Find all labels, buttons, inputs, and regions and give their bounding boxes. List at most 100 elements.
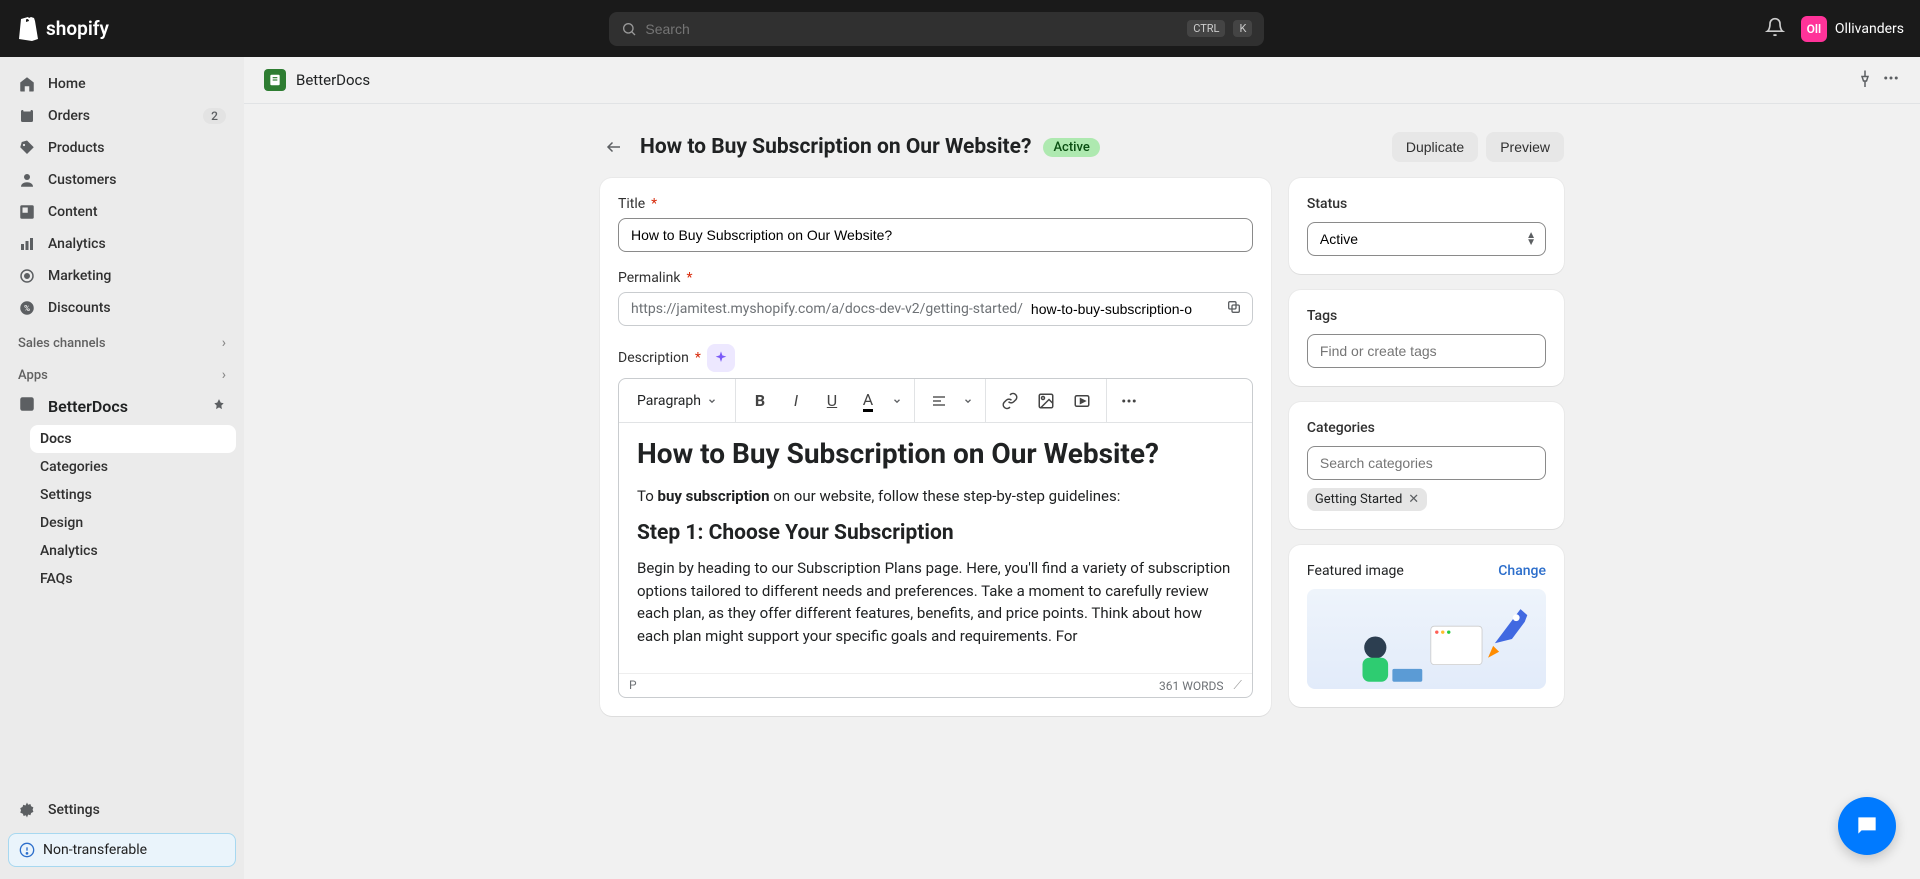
topbar-right: Oll Ollivanders <box>1765 16 1904 42</box>
select-arrows-icon: ▲▼ <box>1526 232 1536 246</box>
nav-section-apps[interactable]: Apps› <box>8 357 236 387</box>
home-icon <box>18 75 36 93</box>
bold-button[interactable]: B <box>744 385 776 417</box>
target-icon <box>18 267 36 285</box>
video-icon <box>1073 392 1091 410</box>
search-input[interactable] <box>645 21 1179 37</box>
nav-sub-categories[interactable]: Categories <box>30 453 236 481</box>
back-button[interactable] <box>600 133 628 161</box>
chevron-right-icon: › <box>222 335 226 351</box>
chart-icon <box>18 235 36 253</box>
pin-icon[interactable] <box>212 397 226 416</box>
main: BetterDocs How to Buy Subscription on Ou… <box>244 57 1920 879</box>
featured-image[interactable] <box>1307 589 1546 689</box>
non-transferable-badge[interactable]: Non-transferable <box>8 833 236 867</box>
app-logo-icon <box>264 69 286 91</box>
category-chip: Getting Started ✕ <box>1307 488 1427 511</box>
nav-discounts[interactable]: %Discounts <box>8 293 236 323</box>
search-bar[interactable]: CTRL K <box>609 12 1264 46</box>
featured-image-card: Featured image Change <box>1289 545 1564 707</box>
color-dropdown[interactable] <box>888 385 906 417</box>
categories-input[interactable] <box>1307 446 1546 480</box>
user-name: Ollivanders <box>1835 21 1904 37</box>
body-step-heading: Step 1: Choose Your Subscription <box>637 521 1234 545</box>
video-button[interactable] <box>1066 385 1098 417</box>
orders-badge: 2 <box>203 108 226 124</box>
user-menu[interactable]: Oll Ollivanders <box>1801 16 1904 42</box>
body-paragraph-2: Begin by heading to our Subscription Pla… <box>637 557 1234 647</box>
title-label: Title* <box>618 196 1253 212</box>
discount-icon: % <box>18 299 36 317</box>
page-head: How to Buy Subscription on Our Website? … <box>592 124 1572 178</box>
shopify-logo[interactable]: shopify <box>16 16 109 42</box>
permalink-prefix: https://jamitest.myshopify.com/a/docs-de… <box>619 293 1027 325</box>
word-count: 361 WORDS <box>1159 679 1224 693</box>
tags-input[interactable] <box>1307 334 1546 368</box>
app-name: BetterDocs <box>296 71 370 89</box>
title-input[interactable] <box>618 218 1253 252</box>
tags-label: Tags <box>1307 308 1546 324</box>
status-select[interactable]: Active <box>1307 222 1546 256</box>
brand-text: shopify <box>46 17 109 40</box>
notifications-button[interactable] <box>1765 17 1785 41</box>
sparkle-icon <box>713 350 729 366</box>
resize-handle-icon[interactable]: ⟋ <box>1234 678 1242 693</box>
content-icon <box>18 203 36 221</box>
nav-settings[interactable]: Settings <box>8 795 236 825</box>
main-card: Title* Permalink* https://jamitest.mysho… <box>600 178 1271 716</box>
bell-icon <box>1765 17 1785 37</box>
nav-app-betterdocs[interactable]: BetterDocs <box>8 389 236 423</box>
permalink-label: Permalink* <box>618 270 1253 286</box>
permalink-input[interactable] <box>1027 293 1216 325</box>
format-select[interactable]: Paragraph <box>627 393 727 409</box>
italic-button[interactable]: I <box>780 385 812 417</box>
nav-section-sales-channels[interactable]: Sales channels› <box>8 325 236 355</box>
nav-products[interactable]: Products <box>8 133 236 163</box>
align-button[interactable] <box>923 385 955 417</box>
nav-marketing[interactable]: Marketing <box>8 261 236 291</box>
nav-orders[interactable]: Orders2 <box>8 101 236 131</box>
sidebar: Home Orders2 Products Customers Content … <box>0 57 244 879</box>
more-icon[interactable] <box>1882 69 1900 91</box>
tags-card: Tags <box>1289 290 1564 386</box>
underline-button[interactable]: U <box>816 385 848 417</box>
nav-sub-analytics[interactable]: Analytics <box>30 537 236 565</box>
featured-illustration <box>1307 589 1546 689</box>
topbar: shopify CTRL K Oll Ollivanders <box>0 0 1920 57</box>
pin-header-icon[interactable] <box>1856 69 1874 91</box>
nav-content[interactable]: Content <box>8 197 236 227</box>
ai-button[interactable] <box>707 344 735 372</box>
nav-home[interactable]: Home <box>8 69 236 99</box>
nav-sub-docs[interactable]: Docs <box>30 425 236 453</box>
categories-card: Categories Getting Started ✕ <box>1289 402 1564 529</box>
editor-body[interactable]: How to Buy Subscription on Our Website? … <box>619 423 1252 673</box>
more-toolbar-button[interactable] <box>1113 385 1145 417</box>
app-header: BetterDocs <box>244 57 1920 104</box>
page-title: How to Buy Subscription on Our Website? <box>640 135 1031 159</box>
change-link[interactable]: Change <box>1498 563 1546 579</box>
status-label: Status <box>1307 196 1546 212</box>
nav-customers[interactable]: Customers <box>8 165 236 195</box>
duplicate-button[interactable]: Duplicate <box>1392 132 1478 162</box>
copy-button[interactable] <box>1216 299 1252 319</box>
status-card: Status Active ▲▼ <box>1289 178 1564 274</box>
search-icon <box>621 21 637 37</box>
remove-chip-button[interactable]: ✕ <box>1408 492 1419 507</box>
link-button[interactable] <box>994 385 1026 417</box>
nav-sub-faqs[interactable]: FAQs <box>30 565 236 593</box>
chevron-right-icon: › <box>222 367 226 383</box>
kbd-k: K <box>1233 20 1252 37</box>
preview-button[interactable]: Preview <box>1486 132 1564 162</box>
nav-sub-design[interactable]: Design <box>30 509 236 537</box>
color-button[interactable]: A <box>852 385 884 417</box>
body-heading: How to Buy Subscription on Our Website? <box>637 437 1234 471</box>
align-dropdown[interactable] <box>959 385 977 417</box>
link-icon <box>1001 392 1019 410</box>
chat-fab[interactable] <box>1838 797 1896 855</box>
nav-sub-settings[interactable]: Settings <box>30 481 236 509</box>
body-paragraph-1: To buy subscription on our website, foll… <box>637 485 1234 508</box>
image-button[interactable] <box>1030 385 1062 417</box>
chevron-down-icon <box>707 396 717 406</box>
nav-analytics[interactable]: Analytics <box>8 229 236 259</box>
editor-path: P <box>629 678 637 693</box>
